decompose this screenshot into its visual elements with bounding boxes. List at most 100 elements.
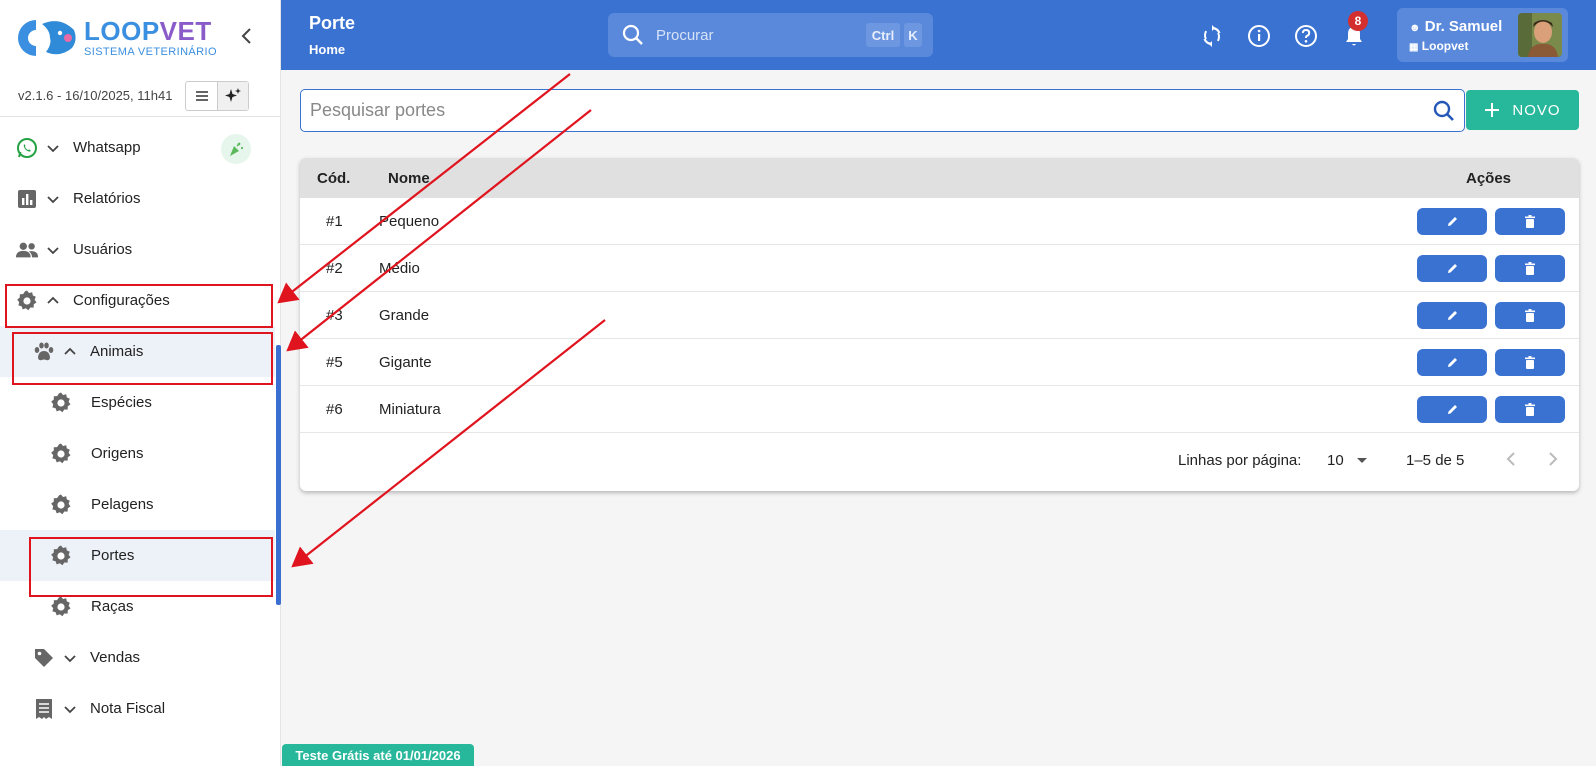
- portes-table: Cód. Nome Ações #1 Pequeno #2 Médio #3 G…: [300, 158, 1579, 491]
- edit-button[interactable]: [1417, 302, 1487, 329]
- table-row[interactable]: #6 Miniatura: [300, 386, 1579, 433]
- party-popper-icon[interactable]: [221, 134, 251, 164]
- brand-logo[interactable]: LOOPVET SISTEMA VETERINÁRIO: [0, 0, 280, 75]
- sparkles-icon: [225, 87, 242, 102]
- rows-per-page-select[interactable]: 10: [1327, 452, 1368, 469]
- menu-lines-icon: [195, 90, 208, 101]
- sidebar-item-racas[interactable]: Raças: [0, 581, 275, 632]
- pencil-icon: [1447, 405, 1457, 414]
- delete-button[interactable]: [1495, 396, 1565, 423]
- pencil-icon: [1447, 264, 1457, 273]
- chevron-down-icon: [62, 649, 80, 667]
- column-header-code[interactable]: Cód.: [317, 170, 350, 187]
- edit-button[interactable]: [1417, 396, 1487, 423]
- cell-name: Pequeno: [379, 213, 440, 230]
- sidebar-item-relatorios[interactable]: Relatórios: [0, 173, 275, 224]
- list-view-button[interactable]: [186, 82, 217, 110]
- sidebar-scrollbar[interactable]: [276, 345, 281, 605]
- chevron-up-icon: [62, 343, 80, 361]
- cell-name: Médio: [379, 260, 420, 277]
- sidebar-item-vendas[interactable]: Vendas: [0, 632, 275, 683]
- previous-page-button[interactable]: [1504, 450, 1518, 472]
- shortcut-k-key: K: [904, 23, 922, 47]
- plus-icon: [1485, 103, 1500, 117]
- gear-icon: [49, 595, 73, 619]
- chevron-right-icon: [1549, 452, 1558, 466]
- shortcut-ctrl-key: Ctrl: [866, 23, 900, 47]
- filter-search-placeholder: Pesquisar portes: [310, 100, 446, 120]
- ai-view-button[interactable]: [217, 81, 249, 110]
- new-button-label: NOVO: [1512, 101, 1561, 119]
- chevron-down-icon: [45, 190, 63, 208]
- global-search[interactable]: Procurar Ctrl K: [608, 13, 933, 57]
- delete-button[interactable]: [1495, 208, 1565, 235]
- sync-icon[interactable]: [1199, 23, 1225, 49]
- tag-icon: [32, 646, 56, 670]
- cell-code: #6: [326, 401, 343, 418]
- chevron-down-icon: [45, 139, 63, 157]
- trash-icon: [1525, 309, 1535, 322]
- sidebar-item-label: Nota Fiscal: [90, 700, 166, 717]
- delete-button[interactable]: [1495, 302, 1565, 329]
- sidebar-item-label: Usuários: [73, 241, 133, 258]
- next-page-button[interactable]: [1546, 450, 1560, 472]
- table-row[interactable]: #5 Gigante: [300, 339, 1579, 386]
- user-org: Loopvet: [1421, 39, 1469, 53]
- sidebar-item-especies[interactable]: Espécies: [0, 377, 275, 428]
- sidebar-item-label: Origens: [91, 445, 144, 462]
- cell-name: Gigante: [379, 354, 432, 371]
- cell-name: Miniatura: [379, 401, 441, 418]
- page-title: Porte: [309, 13, 356, 33]
- sidebar-item-whatsapp[interactable]: Whatsapp: [0, 122, 275, 173]
- edit-button[interactable]: [1417, 255, 1487, 282]
- version-text: v2.1.6 - 16/10/2025, 11h41: [18, 88, 173, 103]
- sidebar-menu: Whatsapp Relatórios Usuários Configuraçõ…: [0, 122, 275, 734]
- sidebar-item-origens[interactable]: Origens: [0, 428, 275, 479]
- trial-banner[interactable]: Teste Grátis até 01/01/2026: [282, 744, 474, 766]
- pagination-range: 1–5 de 5: [1406, 452, 1465, 469]
- new-button[interactable]: NOVO: [1466, 90, 1579, 130]
- table-row[interactable]: #2 Médio: [300, 245, 1579, 292]
- cell-code: #5: [326, 354, 343, 371]
- chevron-down-icon: [62, 700, 80, 718]
- table-row[interactable]: #3 Grande: [300, 292, 1579, 339]
- brand-name: LOOPVET: [84, 18, 217, 44]
- caret-down-icon: [1356, 458, 1367, 463]
- edit-button[interactable]: [1417, 208, 1487, 235]
- collapse-sidebar-button[interactable]: [236, 24, 258, 48]
- global-search-placeholder: Procurar: [656, 26, 714, 44]
- top-bar: Porte Home Procurar Ctrl K 8 ☻ Dr. Samue…: [281, 0, 1596, 70]
- search-icon[interactable]: [1432, 99, 1456, 128]
- help-icon[interactable]: [1293, 23, 1319, 49]
- sidebar-item-label: Pelagens: [91, 496, 154, 513]
- sidebar-item-usuarios[interactable]: Usuários: [0, 224, 275, 275]
- sidebar-item-label: Animais: [90, 343, 144, 360]
- whatsapp-icon: [15, 136, 39, 160]
- pencil-icon: [1447, 311, 1457, 320]
- sidebar-item-animais[interactable]: Animais: [0, 326, 275, 377]
- sidebar-item-pelagens[interactable]: Pelagens: [0, 479, 275, 530]
- sidebar-item-label: Portes: [91, 547, 135, 564]
- rows-per-page-label: Linhas por página:: [1178, 452, 1302, 469]
- gear-icon: [49, 493, 73, 517]
- chevron-left-icon: [1506, 452, 1515, 466]
- sidebar-item-configuracoes[interactable]: Configurações: [0, 275, 275, 326]
- table-row[interactable]: #1 Pequeno: [300, 198, 1579, 245]
- sidebar-item-portes[interactable]: Portes: [0, 530, 275, 581]
- bar-chart-icon: [15, 187, 39, 211]
- rows-per-page-value: 10: [1327, 452, 1344, 469]
- notification-badge: 8: [1348, 11, 1368, 31]
- filter-search-input[interactable]: Pesquisar portes: [300, 89, 1465, 132]
- edit-button[interactable]: [1417, 349, 1487, 376]
- sidebar-item-label: Whatsapp: [73, 139, 141, 156]
- user-menu[interactable]: ☻ Dr. Samuel ▦ Loopvet: [1397, 8, 1568, 62]
- column-header-name[interactable]: Nome: [388, 170, 430, 187]
- breadcrumb[interactable]: Home: [309, 42, 345, 57]
- info-icon[interactable]: [1246, 23, 1272, 49]
- delete-button[interactable]: [1495, 349, 1565, 376]
- sidebar-item-nota-fiscal[interactable]: Nota Fiscal: [0, 683, 275, 734]
- delete-button[interactable]: [1495, 255, 1565, 282]
- user-org-row: ▦ Loopvet: [1409, 39, 1468, 53]
- users-icon: [15, 238, 39, 262]
- user-name-row: ☻ Dr. Samuel: [1409, 18, 1502, 35]
